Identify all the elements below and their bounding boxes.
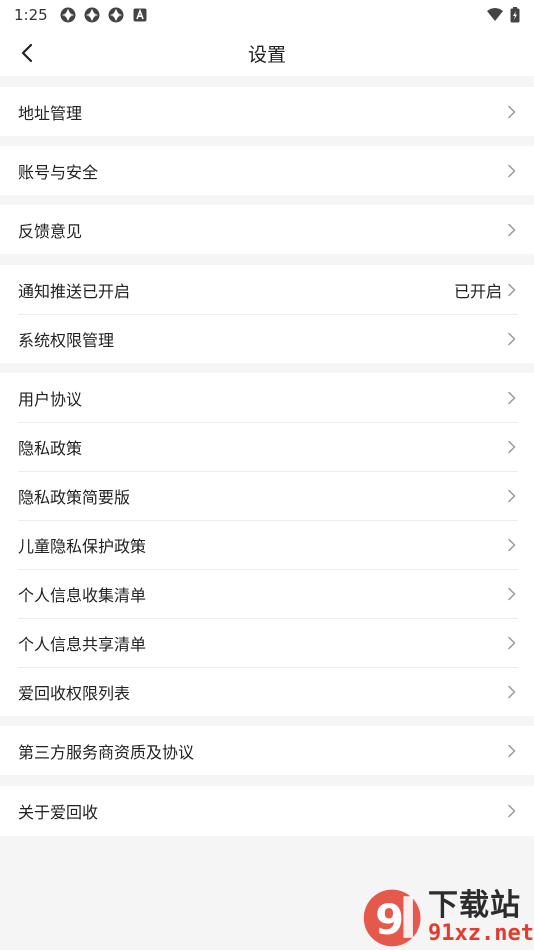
status-bar: 1:25 [0,0,534,30]
svg-text:9: 9 [375,895,404,944]
chevron-right-icon [504,391,518,405]
app-notification-icon [60,7,76,23]
settings-item-privacy-policy[interactable]: 隐私政策 [0,422,534,471]
chevron-right-icon [504,685,518,699]
battery-icon [510,7,520,23]
chevron-right-icon [504,283,518,297]
settings-item-permission-list[interactable]: 爱回收权限列表 [0,667,534,716]
chevron-right-icon [504,164,518,178]
settings-item-label: 个人信息收集清单 [18,585,147,605]
settings-group-feedback: 反馈意见 [0,205,534,254]
chevron-right-icon [504,105,518,119]
chevron-right-icon [504,223,518,237]
settings-item-label: 反馈意见 [18,221,83,241]
chevron-right-icon [504,587,518,601]
watermark-logo-icon: 9 [363,889,421,947]
back-button[interactable] [12,38,42,68]
settings-group-notifications: 通知推送已开启 已开启 系统权限管理 [0,265,534,363]
settings-item-info-collection-list[interactable]: 个人信息收集清单 [0,569,534,618]
settings-item-label: 地址管理 [18,103,83,123]
settings-item-user-agreement[interactable]: 用户协议 [0,373,534,422]
a-badge-icon [133,8,147,22]
settings-item-account-security[interactable]: 账号与安全 [0,146,534,195]
push-status-value: 已开启 [453,281,502,301]
page-title: 设置 [247,43,286,66]
settings-item-label: 儿童隐私保护政策 [18,536,147,556]
settings-item-children-privacy[interactable]: 儿童隐私保护政策 [0,520,534,569]
chevron-right-icon [504,440,518,454]
watermark-brand: 下载站 [428,887,522,923]
back-arrow-icon [21,43,33,63]
watermark-url: 91xz.net [428,920,534,946]
watermark: 9 下载站 91xz.net [360,885,534,950]
settings-item-label: 个人信息共享清单 [18,634,147,654]
chevron-right-icon [504,744,518,758]
settings-group-policies: 用户协议 隐私政策 隐私政策简要版 儿童隐私保护政策 个人信息收集清单 个人信息… [0,373,534,716]
settings-item-privacy-policy-brief[interactable]: 隐私政策简要版 [0,471,534,520]
settings-group-about: 关于爱回收 [0,786,534,836]
settings-item-label: 关于爱回收 [18,803,99,822]
settings-item-system-permissions[interactable]: 系统权限管理 [0,314,534,363]
settings-item-label: 隐私政策 [18,438,83,458]
settings-item-feedback[interactable]: 反馈意见 [0,205,534,254]
settings-item-address-management[interactable]: 地址管理 [0,87,534,136]
settings-item-label: 通知推送已开启 [18,281,131,301]
settings-item-push-notifications[interactable]: 通知推送已开启 已开启 [0,265,534,314]
settings-group-address: 地址管理 [0,87,534,136]
settings-item-label: 隐私政策简要版 [18,487,131,507]
app-notification-icon [108,7,124,23]
settings-item-info-sharing-list[interactable]: 个人信息共享清单 [0,618,534,667]
chevron-right-icon [504,489,518,503]
chevron-right-icon [504,636,518,650]
settings-item-label: 系统权限管理 [18,330,115,350]
settings-group-third-party: 第三方服务商资质及协议 [0,726,534,775]
status-time: 1:25 [14,6,48,24]
wifi-icon [487,8,503,21]
settings-item-about[interactable]: 关于爱回收 [0,786,534,836]
nav-bar: 设置 [0,30,534,76]
settings-group-account: 账号与安全 [0,146,534,195]
app-notification-icon [84,7,100,23]
chevron-right-icon [504,538,518,552]
settings-item-label: 账号与安全 [18,162,99,182]
chevron-right-icon [504,332,518,346]
chevron-right-icon [504,804,518,818]
settings-item-third-party-services[interactable]: 第三方服务商资质及协议 [0,726,534,775]
settings-item-label: 用户协议 [18,389,83,409]
settings-item-label: 第三方服务商资质及协议 [18,742,195,762]
settings-item-label: 爱回收权限列表 [18,683,131,703]
